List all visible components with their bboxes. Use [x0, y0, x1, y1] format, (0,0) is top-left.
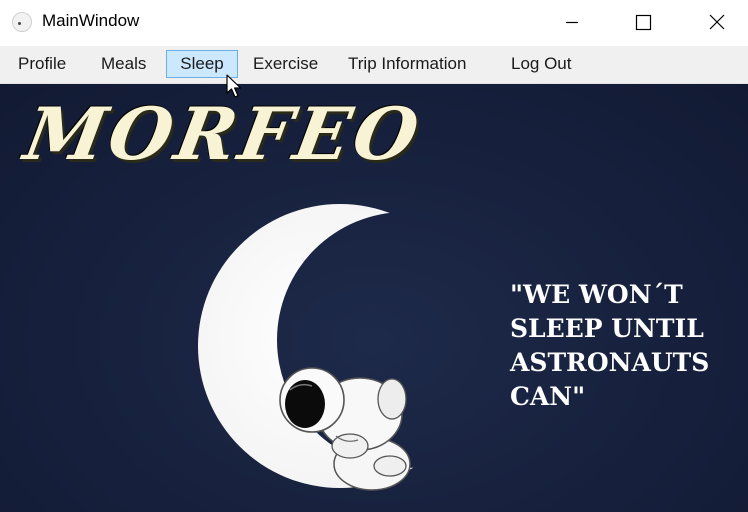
menu-item-trip-information[interactable]: Trip Information [348, 50, 466, 78]
menu-item-profile[interactable]: Profile [18, 50, 66, 78]
close-button[interactable] [694, 0, 740, 46]
minimize-button[interactable] [548, 0, 594, 46]
menu-bar: Profile Meals Sleep Exercise Trip Inform… [0, 46, 748, 84]
app-icon [12, 12, 32, 32]
morfeo-logo: MORFEO [18, 91, 429, 176]
main-window: MainWindow Profile Meals Sleep Exercise … [0, 0, 748, 512]
maximize-icon [635, 14, 652, 31]
minimize-icon [566, 21, 578, 24]
maximize-button[interactable] [620, 0, 666, 46]
title-bar: MainWindow [0, 0, 748, 46]
menu-item-exercise[interactable]: Exercise [253, 50, 318, 78]
slogan-text: "WE WON´T SLEEP UNTIL ASTRONAUTS CAN" [510, 280, 710, 411]
sleep-page-content: MORFEO "WE WON´T SLEEP UNTIL ASTRONAUTS … [0, 84, 748, 512]
mouse-cursor-icon [226, 74, 242, 98]
close-icon [709, 14, 725, 30]
menu-item-meals[interactable]: Meals [101, 50, 146, 78]
window-title: MainWindow [42, 11, 140, 30]
menu-item-log-out[interactable]: Log Out [511, 50, 572, 78]
